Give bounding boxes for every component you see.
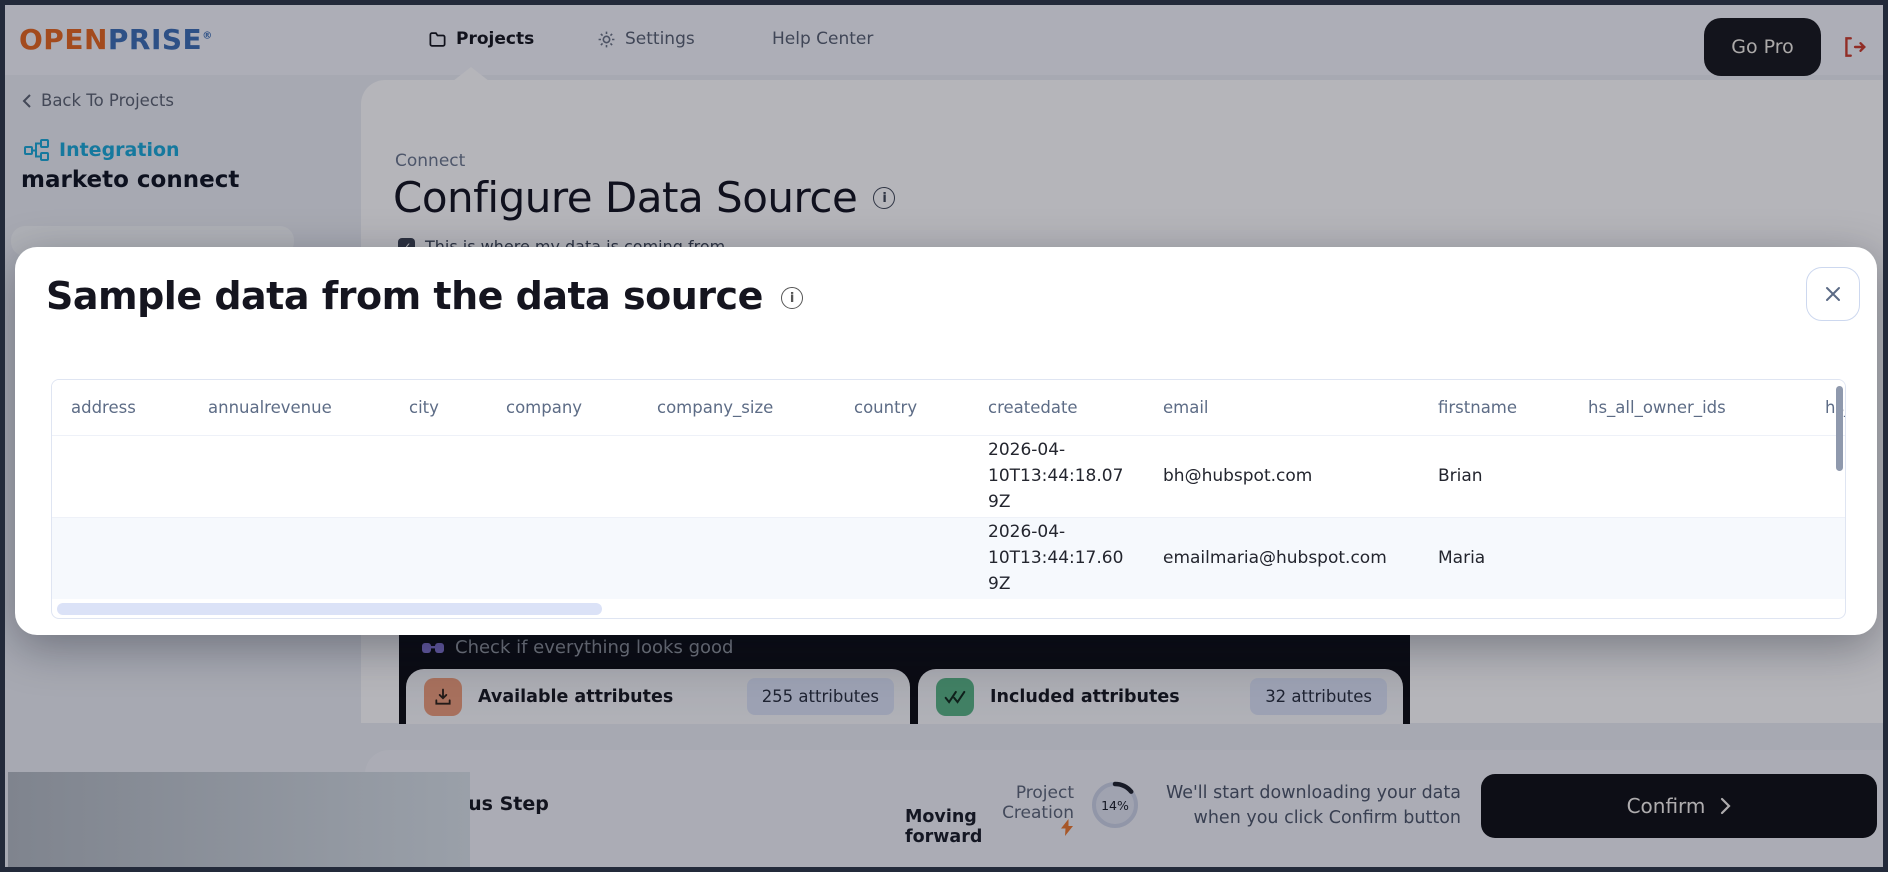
- column-header: country: [835, 380, 969, 435]
- column-header: address: [52, 380, 189, 435]
- cell-createdate: 2026-04-10T13:44:18.079Z: [969, 434, 1144, 517]
- column-header: annualrevenue: [189, 380, 390, 435]
- modal-title-text: Sample data from the data source: [46, 274, 763, 318]
- cell-city: [390, 434, 487, 517]
- cell-annualrevenue: [189, 516, 390, 599]
- cell-address: [52, 516, 189, 599]
- table-row: 2026-04-10T13:44:17.609Z emailmaria@hubs…: [52, 516, 1845, 599]
- column-header: city: [390, 380, 487, 435]
- column-header: firstname: [1419, 380, 1569, 435]
- cell-country: [835, 516, 969, 599]
- column-header: hs_all_owner_ids: [1569, 380, 1806, 435]
- cell-city: [390, 516, 487, 599]
- close-button[interactable]: [1806, 267, 1860, 321]
- redacted-region: [8, 772, 470, 867]
- table-row: 2026-04-10T13:44:18.079Z bh@hubspot.com …: [52, 434, 1845, 517]
- app-window: OPENPRISE® Projects Settings Help Center…: [0, 0, 1888, 872]
- cell-createdate: 2026-04-10T13:44:17.609Z: [969, 516, 1144, 599]
- cell-company-size: [638, 516, 835, 599]
- cell-company: [487, 434, 638, 517]
- modal-title: Sample data from the data source i: [46, 274, 803, 318]
- cell-hs-all-owner-ids: [1569, 516, 1806, 599]
- cell-email: emailmaria@hubspot.com: [1144, 516, 1419, 599]
- column-header: createdate: [969, 380, 1144, 435]
- cell-firstname: Maria: [1419, 516, 1569, 599]
- cell-hs-all-owner-ids: [1569, 434, 1806, 517]
- cell-country: [835, 434, 969, 517]
- cell-company: [487, 516, 638, 599]
- cell-firstname: Brian: [1419, 434, 1569, 517]
- table-header-row: address annualrevenue city company compa…: [52, 380, 1845, 435]
- cell-company-size: [638, 434, 835, 517]
- column-header: email: [1144, 380, 1419, 435]
- horizontal-scrollbar-thumb[interactable]: [57, 603, 602, 615]
- column-header: company: [487, 380, 638, 435]
- cell-address: [52, 434, 189, 517]
- column-header: company_size: [638, 380, 835, 435]
- vertical-scrollbar-thumb[interactable]: [1836, 386, 1843, 471]
- data-table: address annualrevenue city company compa…: [52, 380, 1845, 599]
- sample-data-modal: Sample data from the data source i addre…: [15, 247, 1877, 635]
- cell-email: bh@hubspot.com: [1144, 434, 1419, 517]
- sample-data-table: address annualrevenue city company compa…: [51, 379, 1846, 619]
- info-icon[interactable]: i: [780, 287, 803, 309]
- cell-hs: [1806, 516, 1845, 599]
- cell-annualrevenue: [189, 434, 390, 517]
